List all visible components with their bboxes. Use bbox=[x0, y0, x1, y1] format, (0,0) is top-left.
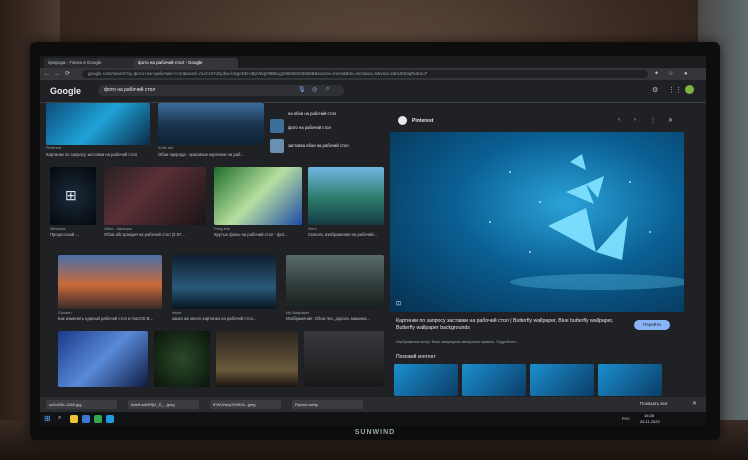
result-image-desk[interactable] bbox=[304, 331, 384, 387]
taskbar-search-icon[interactable]: ⌕ bbox=[58, 415, 61, 422]
result-source: Fdng.info bbox=[214, 227, 230, 231]
result-image-forest-car[interactable] bbox=[286, 255, 384, 309]
suggestion-thumb[interactable] bbox=[270, 139, 284, 153]
profile-avatar-icon[interactable]: ● bbox=[684, 70, 688, 78]
pinterest-logo-icon bbox=[398, 116, 407, 125]
suggestion-item[interactable]: на обои на рабочий стол bbox=[288, 111, 336, 116]
result-caption[interactable]: Обои природа - красивые картинки на раб.… bbox=[158, 152, 264, 157]
related-thumb[interactable] bbox=[530, 364, 594, 396]
result-source: Обои - Авиатры bbox=[104, 227, 133, 231]
downloads-bar: ссl1489с-1850.jpg bdetf-wdDRjt2_D_...jpe… bbox=[40, 397, 706, 412]
result-caption[interactable]: Обои абстракция на рабочий стол (2 97... bbox=[104, 232, 206, 237]
monitor-screen: природа - Поиск в Google фото на рабочий… bbox=[40, 56, 706, 426]
show-all-downloads[interactable]: Показать все bbox=[640, 401, 667, 406]
app-icon[interactable] bbox=[106, 415, 114, 423]
result-source: Gooden bbox=[58, 311, 72, 315]
result-image-mountains[interactable] bbox=[58, 255, 162, 309]
visit-button[interactable]: Перейти bbox=[634, 320, 670, 330]
result-source: Imker bbox=[172, 311, 182, 315]
chrome-icon[interactable] bbox=[94, 415, 102, 423]
reload-icon[interactable]: ⟳ bbox=[65, 70, 70, 78]
result-image-car-night[interactable] bbox=[172, 255, 276, 309]
result-caption[interactable]: Как изменить единый рабочий стол в macOS… bbox=[58, 316, 168, 321]
result-caption[interactable]: Крутые фоны на рабочий стол - фот... bbox=[214, 232, 302, 237]
search-icon[interactable]: ⌕ bbox=[326, 86, 329, 93]
preview-image-blue-butterflies[interactable]: ⊡ bbox=[390, 132, 690, 312]
download-item[interactable]: ссl1489с-1850.jpg bbox=[46, 400, 117, 409]
panel-source[interactable]: Pinterest bbox=[412, 118, 433, 124]
result-image-room[interactable] bbox=[216, 331, 298, 387]
more-icon[interactable]: ⋮ bbox=[650, 117, 656, 124]
suggestion-item[interactable]: заставка обои на рабочий стол bbox=[288, 143, 349, 148]
related-heading: Похожий контент bbox=[396, 354, 436, 360]
google-header: Google фото на рабочий стол 🎙 ◎ ⌕ ⚙ ⋮⋮ bbox=[40, 80, 706, 103]
result-caption[interactable]: Скачать изображения на рабочий... bbox=[308, 232, 384, 237]
download-item[interactable]: Ripxml.webp bbox=[292, 400, 363, 409]
account-avatar[interactable] bbox=[685, 85, 694, 94]
prev-icon[interactable]: ‹ bbox=[618, 117, 620, 123]
related-thumb[interactable] bbox=[462, 364, 526, 396]
result-caption[interactable]: какая же много картинка на рабочий стол.… bbox=[172, 316, 276, 321]
browser-tab-bar: природа - Поиск в Google фото на рабочий… bbox=[40, 56, 706, 68]
edge-icon[interactable] bbox=[82, 415, 90, 423]
result-caption[interactable]: Изображение: Обои лес, дорога, машина... bbox=[286, 316, 384, 321]
result-source: Windows bbox=[50, 227, 66, 231]
windows-taskbar: ⊞ ⌕ РУС 16:28 26.11.2022 bbox=[40, 412, 706, 426]
related-thumb[interactable] bbox=[598, 364, 662, 396]
tab-desktop-photos[interactable]: фото на рабочий стол - Google bbox=[134, 58, 238, 68]
result-source: KLife.net bbox=[158, 146, 173, 150]
clock-time[interactable]: 16:28 bbox=[644, 413, 654, 418]
result-image-windows[interactable]: ⊞ bbox=[50, 167, 96, 225]
copyright-note: Изображения могут быть защищены авторски… bbox=[396, 340, 519, 344]
close-icon[interactable]: ✕ bbox=[668, 117, 673, 124]
image-preview-panel: Pinterest ‹ › ⋮ ✕ ⊡ Картинки по запросу … bbox=[390, 110, 690, 410]
result-image-plant[interactable] bbox=[154, 331, 210, 387]
monitor-brand: SUNWIND bbox=[354, 429, 396, 436]
back-icon[interactable]: ← bbox=[44, 70, 50, 78]
related-thumb[interactable] bbox=[394, 364, 458, 396]
download-item[interactable]: bdetf-wdDRjt2_D_...jpeg bbox=[128, 400, 199, 409]
url-field[interactable]: google.com/search?q=фото+на+рабочий+стол… bbox=[82, 70, 648, 78]
result-source: My Wallpaper bbox=[286, 311, 310, 315]
explorer-icon[interactable] bbox=[70, 415, 78, 423]
clock-date[interactable]: 26.11.2022 bbox=[640, 419, 660, 424]
lens-icon[interactable]: ◎ bbox=[312, 86, 317, 93]
result-source: Фото bbox=[308, 227, 317, 231]
result-source: Pinterest bbox=[46, 146, 61, 150]
settings-icon[interactable]: ⚙ bbox=[652, 86, 658, 94]
result-caption[interactable]: Процессный ... bbox=[50, 232, 100, 237]
result-image-anime[interactable] bbox=[58, 331, 148, 387]
google-logo[interactable]: Google bbox=[50, 86, 81, 96]
result-image-butterfly[interactable] bbox=[46, 103, 150, 145]
suggestion-item[interactable]: фото на рабочий стол bbox=[288, 125, 331, 130]
result-image-nature[interactable] bbox=[158, 103, 264, 145]
search-input[interactable]: фото на рабочий стол bbox=[98, 85, 344, 96]
butterflies-illustration bbox=[489, 154, 690, 290]
result-image-abstract[interactable] bbox=[104, 167, 206, 225]
bookmark-icon[interactable]: ☆ bbox=[668, 70, 673, 78]
tab-nature[interactable]: природа - Поиск в Google bbox=[44, 58, 138, 68]
result-image-cool[interactable] bbox=[214, 167, 302, 225]
start-icon[interactable]: ⊞ bbox=[44, 414, 51, 423]
extensions-icon[interactable]: ✦ bbox=[654, 70, 659, 78]
suggestion-thumb[interactable] bbox=[270, 119, 284, 133]
preview-title[interactable]: Картинки по запросу заставки на рабочий … bbox=[396, 318, 626, 332]
lens-search-icon[interactable]: ⊡ bbox=[396, 300, 401, 307]
address-bar: ← → ⟳ google.com/search?q=фото+на+рабочи… bbox=[40, 68, 706, 80]
image-results-grid: Pinterest Картинки по запросу заставки н… bbox=[44, 103, 384, 403]
mic-icon[interactable]: 🎙 bbox=[298, 86, 306, 93]
windows-logo-icon: ⊞ bbox=[65, 187, 77, 203]
result-image-lake[interactable] bbox=[308, 167, 384, 225]
apps-grid-icon[interactable]: ⋮⋮ bbox=[668, 86, 682, 94]
download-item[interactable]: IFWUNeyOH3K0t...jpeg bbox=[210, 400, 281, 409]
result-caption[interactable]: Картинки по запросу заставки на рабочий … bbox=[46, 152, 154, 157]
next-icon[interactable]: › bbox=[634, 117, 636, 123]
forward-icon[interactable]: → bbox=[54, 70, 60, 78]
close-downloads-icon[interactable]: ✕ bbox=[692, 400, 697, 407]
language-indicator[interactable]: РУС bbox=[622, 416, 630, 421]
